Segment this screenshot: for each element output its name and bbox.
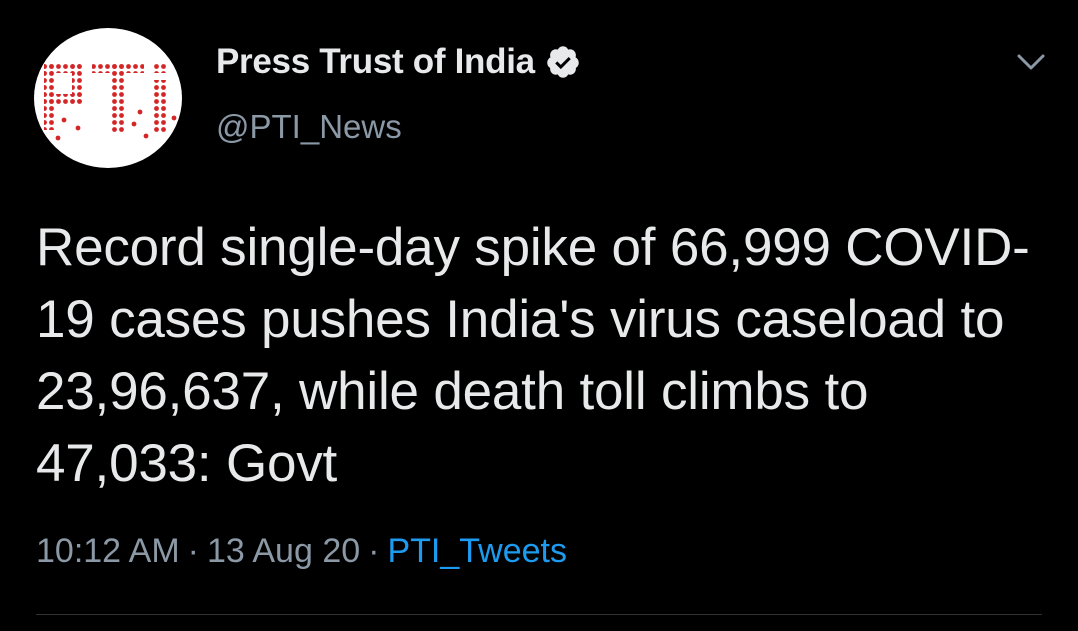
tweet-time[interactable]: 10:12 AM xyxy=(36,532,180,570)
meta-separator: · xyxy=(368,532,380,570)
tweet-date[interactable]: 13 Aug 20 xyxy=(207,532,360,570)
verified-badge-icon xyxy=(547,46,579,78)
meta-separator: · xyxy=(187,532,199,570)
tweet-meta: 10:12 AM · 13 Aug 20 · PTI_Tweets xyxy=(36,532,567,571)
pti-logo xyxy=(44,62,177,141)
avatar[interactable] xyxy=(34,28,182,168)
author-handle[interactable]: @PTI_News xyxy=(216,108,402,146)
divider xyxy=(36,614,1042,615)
tweet-text: Record single-day spike of 66,999 COVID-… xyxy=(36,218,1030,493)
tweet-card: Press Trust of India @PTI_News Record si… xyxy=(0,0,1078,631)
tweet-source-link[interactable]: PTI_Tweets xyxy=(387,532,567,570)
chevron-down-icon[interactable] xyxy=(1013,44,1049,80)
author-display-name[interactable]: Press Trust of India xyxy=(216,42,535,82)
author-name-row: Press Trust of India xyxy=(216,40,581,84)
